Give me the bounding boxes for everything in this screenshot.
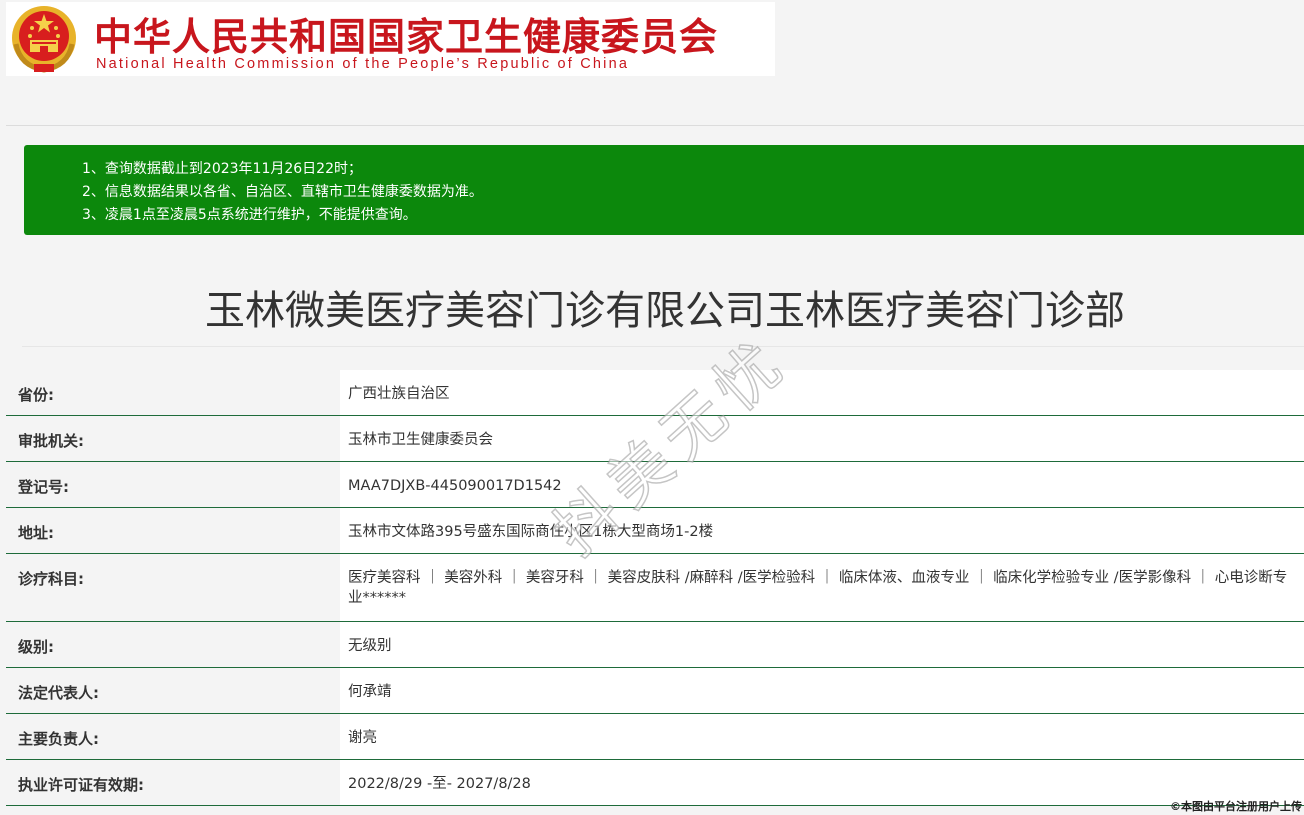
row-value: MAA7DJXB-445090017D1542 — [340, 462, 1304, 507]
table-row-address: 地址: 玉林市文体路395号盛东国际商住小区1栋大型商场1-2楼 — [6, 508, 1304, 554]
row-value: 玉林市文体路395号盛东国际商住小区1栋大型商场1-2楼 — [340, 508, 1304, 553]
table-row-departments: 诊疗科目: 医疗美容科 ｜ 美容外科 ｜ 美容牙科 ｜ 美容皮肤科 /麻醉科 /… — [6, 554, 1304, 622]
row-value: 玉林市卫生健康委员会 — [340, 416, 1304, 461]
row-value: 广西壮族自治区 — [340, 370, 1304, 415]
header-banner: 中华人民共和国国家卫生健康委员会 National Health Commiss… — [6, 2, 775, 76]
agency-title-cn: 中华人民共和国国家卫生健康委员会 — [94, 15, 719, 59]
notice-line: 3、凌晨1点至凌晨5点系统进行维护，不能提供查询。 — [82, 207, 417, 223]
row-value: 医疗美容科 ｜ 美容外科 ｜ 美容牙科 ｜ 美容皮肤科 /麻醉科 /医学检验科 … — [340, 554, 1304, 621]
row-label: 审批机关: — [18, 432, 84, 450]
row-label: 省份: — [18, 386, 54, 404]
row-label: 法定代表人: — [18, 684, 99, 702]
table-row-legal-representative: 法定代表人: 何承靖 — [6, 668, 1304, 714]
row-value: 2022/8/29 -至- 2027/8/28 — [340, 760, 1304, 805]
footer-credit: ©本图由平台注册用户上传 — [1170, 800, 1302, 813]
table-row-province: 省份: 广西壮族自治区 — [6, 370, 1304, 416]
info-table: 省份: 广西壮族自治区 审批机关: 玉林市卫生健康委员会 登记号: MAA7DJ… — [6, 370, 1304, 806]
header-divider — [6, 125, 1304, 126]
row-value: 何承靖 — [340, 668, 1304, 713]
row-label: 诊疗科目: — [18, 570, 84, 588]
notice-line: 2、信息数据结果以各省、自治区、直辖市卫生健康委数据为准。 — [82, 184, 483, 200]
row-label: 地址: — [18, 524, 54, 542]
row-label: 主要负责人: — [18, 730, 99, 748]
row-label: 登记号: — [18, 478, 69, 496]
row-value: 谢亮 — [340, 714, 1304, 759]
row-label: 级别: — [18, 638, 54, 656]
table-row-level: 级别: 无级别 — [6, 622, 1304, 668]
table-row-principal: 主要负责人: 谢亮 — [6, 714, 1304, 760]
table-row-license-validity: 执业许可证有效期: 2022/8/29 -至- 2027/8/28 — [6, 760, 1304, 806]
national-emblem-icon — [12, 6, 76, 73]
page-title: 玉林微美医疗美容门诊有限公司玉林医疗美容门诊部 — [205, 288, 1125, 334]
notice-panel: 1、查询数据截止到2023年11月26日22时； 2、信息数据结果以各省、自治区… — [24, 145, 1304, 235]
row-label: 执业许可证有效期: — [18, 776, 144, 794]
table-row-registration-number: 登记号: MAA7DJXB-445090017D1542 — [6, 462, 1304, 508]
row-value: 无级别 — [340, 622, 1304, 667]
notice-line: 1、查询数据截止到2023年11月26日22时； — [82, 161, 362, 177]
table-row-approval-authority: 审批机关: 玉林市卫生健康委员会 — [6, 416, 1304, 462]
title-divider — [22, 346, 1304, 347]
agency-title-en: National Health Commission of the People… — [96, 56, 630, 72]
